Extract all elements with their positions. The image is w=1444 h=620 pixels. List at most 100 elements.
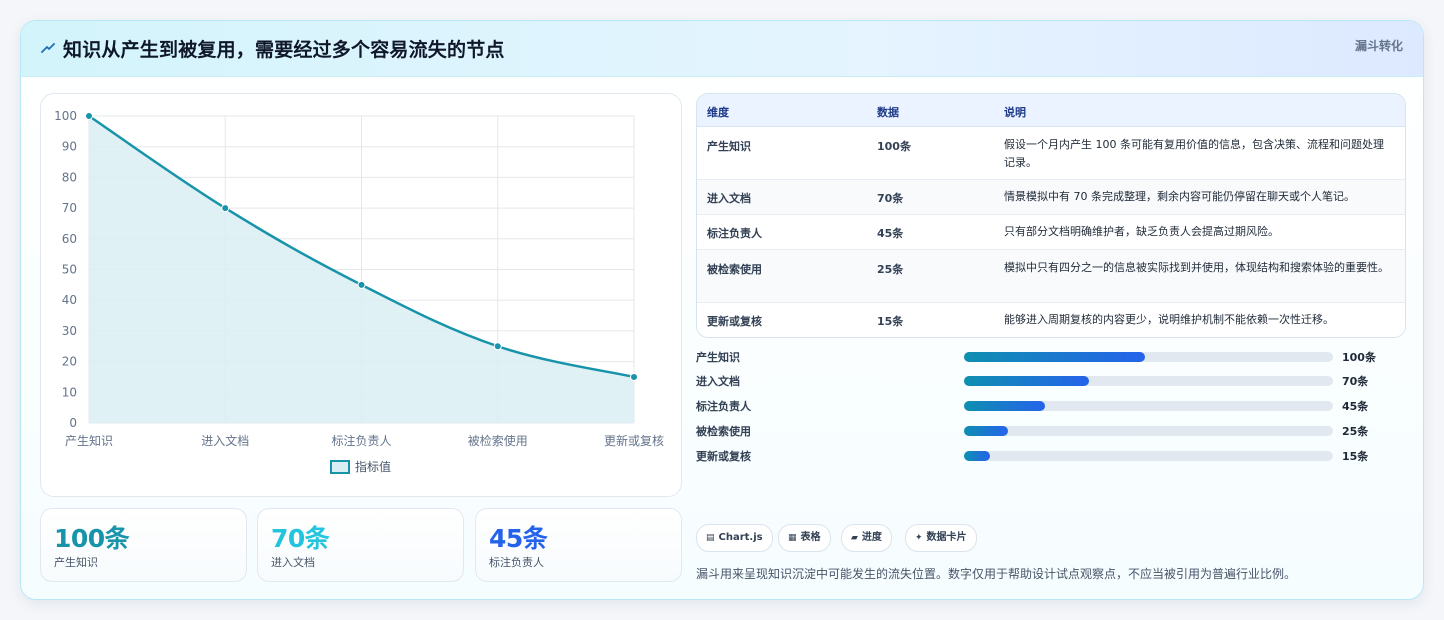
progress-row: 标注负责人 45条 bbox=[696, 396, 1406, 416]
cell-dimension: 标注负责人 bbox=[707, 227, 762, 240]
progress-fill bbox=[964, 401, 1046, 411]
y-tick-label: 50 bbox=[62, 263, 77, 277]
progress-icon: ▰ bbox=[851, 533, 858, 543]
chip-progress[interactable]: ▰ 进度 bbox=[841, 524, 892, 552]
chip-label: Chart.js bbox=[718, 532, 763, 543]
chip-table[interactable]: ▦ 表格 bbox=[778, 524, 831, 552]
progress-row: 进入文档 70条 bbox=[696, 371, 1406, 391]
progress-row: 被检索使用 25条 bbox=[696, 421, 1406, 441]
stat-value: 100条 bbox=[54, 524, 130, 553]
chart-panel: 0 10 20 30 40 50 60 70 80 90 100 产生知识 进入文档 标注负责人 被检索使用… bbox=[40, 93, 682, 497]
progress-fill bbox=[964, 352, 1145, 362]
column-header-dimension: 维度 bbox=[707, 106, 729, 119]
x-tick-label: 产生知识 bbox=[65, 434, 113, 448]
data-point bbox=[221, 204, 230, 213]
cell-data: 15条 bbox=[877, 315, 904, 328]
funnel-badge: 漏斗转化 bbox=[1354, 39, 1403, 53]
table-row: 更新或复核 15条 能够进入周期复核的内容更少，说明维护机制不能依赖一次性迁移。 bbox=[697, 303, 1405, 337]
stat-label: 进入文档 bbox=[271, 556, 315, 569]
cell-data: 100条 bbox=[877, 140, 911, 153]
x-tick-label: 被检索使用 bbox=[468, 433, 528, 448]
data-point bbox=[357, 280, 366, 289]
x-tick-label: 更新或复核 bbox=[604, 433, 664, 448]
progress-fill bbox=[964, 451, 990, 461]
footnote: 漏斗用来呈现知识沉淀中可能发生的流失位置。数字仅用于帮助设计试点观察点，不应当被… bbox=[696, 567, 1297, 581]
cell-dimension: 更新或复核 bbox=[707, 315, 762, 328]
chip-data-cards[interactable]: ✦ 数据卡片 bbox=[905, 524, 977, 552]
lightning-icon bbox=[41, 43, 55, 53]
cell-dimension: 进入文档 bbox=[707, 192, 751, 205]
stat-value: 70条 bbox=[271, 524, 330, 553]
stat-card-produce: 100条 产生知识 bbox=[40, 508, 247, 582]
table-row: 标注负责人 45条 只有部分文档明确维护者，缺乏负责人会提高过期风险。 bbox=[697, 215, 1405, 250]
table-row: 产生知识 100条 假设一个月内产生 100 条可能有复用价值的信息，包含决策、… bbox=[697, 127, 1405, 180]
chip-chartjs[interactable]: ▤ Chart.js bbox=[696, 524, 773, 552]
cell-description: 只有部分文档明确维护者，缺乏负责人会提高过期风险。 bbox=[1004, 225, 1279, 238]
progress-row: 产生知识 100条 bbox=[696, 347, 1406, 367]
progress-value: 25条 bbox=[1342, 425, 1369, 438]
data-point bbox=[493, 342, 502, 351]
progress-fill bbox=[964, 426, 1009, 436]
progress-row: 更新或复核 15条 bbox=[696, 446, 1406, 466]
data-point bbox=[85, 112, 93, 120]
progress-track bbox=[964, 376, 1333, 386]
cell-description: 假设一个月内产生 100 条可能有复用价值的信息，包含决策、流程和问题处理记录。 bbox=[1004, 138, 1384, 169]
y-tick-label: 0 bbox=[69, 416, 77, 430]
cell-description: 能够进入周期复核的内容更少，说明维护机制不能依赖一次性迁移。 bbox=[1004, 313, 1334, 326]
y-tick-label: 10 bbox=[62, 385, 77, 399]
table-row: 被检索使用 25条 模拟中只有四分之一的信息被实际找到并使用，体现结构和搜索体验… bbox=[697, 250, 1405, 303]
table-header: 维度 数据 说明 bbox=[697, 94, 1405, 127]
progress-label: 进入文档 bbox=[696, 375, 740, 388]
cell-data: 45条 bbox=[877, 227, 904, 240]
sparkle-icon: ✦ bbox=[915, 533, 923, 543]
progress-value: 45条 bbox=[1342, 400, 1369, 413]
chip-label: 表格 bbox=[800, 532, 821, 543]
cell-dimension: 产生知识 bbox=[707, 140, 751, 153]
x-tick-label: 进入文档 bbox=[201, 433, 249, 448]
stat-label: 产生知识 bbox=[54, 556, 98, 569]
x-tick-label: 标注负责人 bbox=[331, 433, 391, 448]
data-point bbox=[630, 372, 638, 381]
cell-data: 70条 bbox=[877, 192, 904, 205]
line-chart[interactable]: 0 10 20 30 40 50 60 70 80 90 100 产生知识 进入文档 标注负责人 被检索使用… bbox=[41, 94, 681, 496]
progress-value: 15条 bbox=[1342, 450, 1369, 463]
progress-track bbox=[964, 426, 1333, 436]
card-header: 知识从产生到被复用，需要经过多个容易流失的节点 漏斗转化 bbox=[21, 21, 1423, 77]
progress-value: 100条 bbox=[1342, 351, 1376, 364]
column-header-description: 说明 bbox=[1004, 106, 1026, 119]
y-tick-label: 30 bbox=[62, 324, 77, 338]
cell-description: 情景模拟中有 70 条完成整理，剩余内容可能仍停留在聊天或个人笔记。 bbox=[1004, 190, 1355, 203]
stat-card-owner: 45条 标注负责人 bbox=[475, 508, 682, 582]
y-tick-label: 80 bbox=[62, 170, 77, 184]
progress-value: 70条 bbox=[1342, 375, 1369, 388]
y-tick-label: 70 bbox=[62, 201, 77, 215]
table-row: 进入文档 70条 情景模拟中有 70 条完成整理，剩余内容可能仍停留在聊天或个人… bbox=[697, 180, 1405, 215]
legend-swatch bbox=[330, 460, 350, 474]
legend-label: 指标值 bbox=[355, 459, 391, 474]
y-tick-label: 40 bbox=[62, 293, 77, 307]
y-tick-label: 90 bbox=[62, 140, 77, 154]
stat-value: 45条 bbox=[489, 524, 548, 553]
chart-icon: ▤ bbox=[706, 533, 715, 543]
chip-label: 数据卡片 bbox=[926, 532, 967, 543]
y-tick-label: 60 bbox=[62, 232, 77, 246]
stat-label: 标注负责人 bbox=[489, 556, 544, 569]
cell-dimension: 被检索使用 bbox=[707, 263, 762, 276]
progress-label: 更新或复核 bbox=[696, 450, 751, 463]
progress-track bbox=[964, 451, 1333, 461]
page-title: 知识从产生到被复用，需要经过多个容易流失的节点 bbox=[63, 39, 505, 61]
progress-label: 产生知识 bbox=[696, 351, 740, 364]
progress-track bbox=[964, 401, 1333, 411]
y-tick-label: 100 bbox=[54, 109, 77, 123]
progress-track bbox=[964, 352, 1333, 362]
data-table: 维度 数据 说明 产生知识 100条 假设一个月内产生 100 条可能有复用价值… bbox=[696, 93, 1406, 338]
chip-label: 进度 bbox=[861, 532, 882, 543]
cell-data: 25条 bbox=[877, 263, 904, 276]
progress-label: 标注负责人 bbox=[696, 400, 751, 413]
progress-label: 被检索使用 bbox=[696, 425, 751, 438]
progress-fill bbox=[964, 376, 1090, 386]
y-tick-label: 20 bbox=[62, 355, 77, 369]
funnel-card: 知识从产生到被复用，需要经过多个容易流失的节点 漏斗转化 0 10 20 30 40 50… bbox=[20, 20, 1424, 600]
column-header-data: 数据 bbox=[877, 106, 899, 119]
cell-description: 模拟中只有四分之一的信息被实际找到并使用，体现结构和搜索体验的重要性。 bbox=[1004, 261, 1389, 274]
